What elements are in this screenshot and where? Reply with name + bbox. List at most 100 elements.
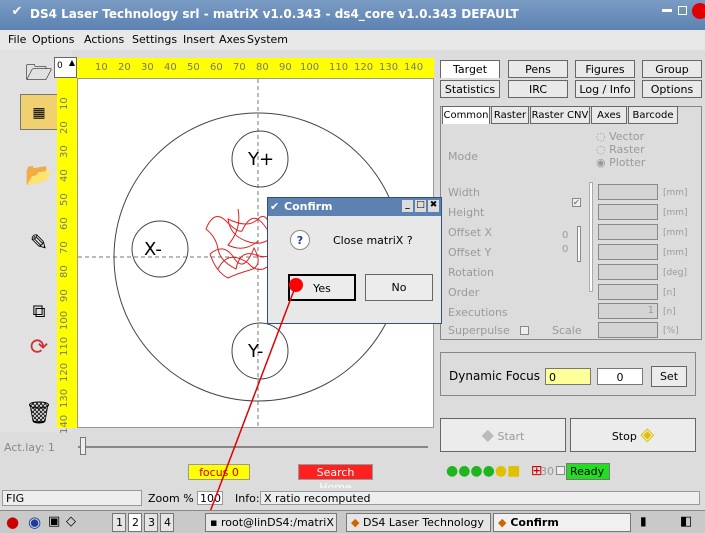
menu-insert[interactable]: Insert [183, 33, 215, 46]
menu-actions[interactable]: Actions [84, 33, 124, 46]
yes-button[interactable]: Yes [288, 274, 356, 301]
open-folder-icon[interactable]: 📂 [20, 158, 58, 194]
task-matrix-label: DS4 Laser Technology [362, 516, 484, 529]
offset-x-field[interactable] [598, 224, 658, 240]
stop-button[interactable]: Stop ◈ [570, 418, 696, 452]
subtab-raster[interactable]: Raster [491, 106, 529, 124]
load-project-icon[interactable]: ▦ [20, 94, 58, 130]
set-button[interactable]: Set [651, 366, 687, 387]
start-menu-icon[interactable]: ● [6, 513, 19, 531]
task-confirm[interactable]: ◆ Confirm [493, 513, 631, 532]
edit-tools-icon[interactable]: ✎ [20, 226, 58, 262]
menu-settings[interactable]: Settings [132, 33, 177, 46]
act-lay-slider[interactable] [78, 446, 428, 448]
subtab-raster-cnv[interactable]: Raster CNV [530, 106, 590, 124]
height-unit: [mm] [663, 208, 688, 218]
task-matrix[interactable]: ◆ DS4 Laser Technology [346, 513, 491, 532]
ruler-tick: 130 [379, 62, 399, 73]
ruler-tick: 30 [59, 145, 70, 158]
subtab-common[interactable]: Common [442, 106, 490, 124]
subtab-barcode[interactable]: Barcode [628, 106, 678, 124]
dialog-maximize-button[interactable]: □ [415, 200, 426, 212]
width-field[interactable] [598, 184, 658, 200]
executions-value: 1 [647, 305, 654, 316]
search-home-badge[interactable]: Search Home [298, 464, 373, 494]
executions-field[interactable]: 1 [598, 303, 658, 319]
lock-checkbox[interactable]: ✔ [572, 198, 581, 207]
mode-vector-label: Vector [609, 130, 645, 143]
maximize-button[interactable] [678, 6, 687, 15]
window-menu-icon[interactable]: ✔ [8, 4, 26, 22]
tab-pens[interactable]: Pens [508, 60, 568, 78]
trash-icon[interactable]: 🗑 [20, 396, 58, 432]
ruler-tick: 120 [59, 362, 70, 382]
mode-plotter[interactable]: ◉ Plotter [596, 156, 645, 169]
status-counter-value: 30 [540, 465, 554, 478]
tray-network-icon[interactable]: ◧ [680, 514, 692, 529]
refresh-icon[interactable]: ⟳ [20, 330, 58, 366]
zoom-label: Zoom % [148, 492, 194, 505]
tab-log-info[interactable]: Log / Info [575, 80, 635, 98]
menu-system[interactable]: System [247, 33, 288, 46]
display-icon[interactable]: ◇ [66, 514, 76, 529]
browser-icon[interactable]: ◉ [28, 513, 41, 531]
act-lay-slider-handle[interactable] [80, 437, 86, 455]
start-button[interactable]: ◆ Start [440, 418, 566, 452]
menu-axes[interactable]: Axes [219, 33, 245, 46]
ruler-tick: 60 [59, 217, 70, 230]
ruler-tick: 100 [300, 62, 320, 73]
param-offset-y-label: Offset Y [448, 246, 492, 259]
workspace-4[interactable]: 4 [160, 513, 174, 532]
order-field[interactable] [598, 284, 658, 300]
minimize-button[interactable] [662, 9, 672, 12]
tray-icon[interactable]: ▮ [640, 514, 647, 528]
dynamic-focus-input-1[interactable]: 0 [545, 368, 591, 385]
param-executions-label: Executions [448, 306, 508, 319]
title-bar: ✔ DS4 Laser Technology srl - matriX v1.0… [0, 0, 705, 30]
no-button[interactable]: No [365, 274, 433, 301]
workspace-3[interactable]: 3 [144, 513, 158, 532]
ruler-tick: 40 [59, 169, 70, 182]
mode-label: Mode [448, 150, 478, 163]
led-square-icon: ■ [507, 463, 521, 479]
menu-options[interactable]: Options [32, 33, 74, 46]
mode-raster[interactable]: ◌ Raster [596, 143, 645, 156]
ruler-tick: 20 [118, 62, 131, 73]
rotation-field[interactable] [598, 264, 658, 280]
dialog-close-button[interactable]: ✖ [428, 200, 439, 212]
task-confirm-label: Confirm [510, 516, 559, 529]
menu-bar: File Options Actions Settings Insert Axe… [0, 30, 705, 50]
close-button[interactable] [692, 3, 705, 19]
tab-target[interactable]: Target [440, 60, 500, 78]
open-file-icon[interactable]: 🗁 [20, 56, 58, 92]
dialog-minimize-button[interactable]: _ [402, 200, 413, 212]
terminal-icon[interactable]: ▣ [48, 514, 60, 529]
ready-badge: Ready [566, 463, 610, 480]
workspace-2[interactable]: 2 [128, 513, 142, 532]
status-counter: 30 [540, 465, 554, 478]
offset-y-field[interactable] [598, 244, 658, 260]
tab-irc[interactable]: IRC [508, 80, 568, 98]
counter-checkbox[interactable] [556, 466, 565, 475]
dialog-menu-icon[interactable]: ✔ [270, 200, 279, 213]
scale-field[interactable] [598, 322, 658, 338]
dynamic-focus-input-2[interactable]: 0 [597, 368, 643, 385]
tab-options[interactable]: Options [642, 80, 702, 98]
workspace-1[interactable]: 1 [112, 513, 126, 532]
task-matrix-icon: ◆ [351, 516, 360, 529]
height-field[interactable] [598, 204, 658, 220]
ruler-tick: 130 [59, 388, 70, 408]
subtab-axes[interactable]: Axes [591, 106, 627, 124]
param-rotation-label: Rotation [448, 266, 495, 279]
start-label: Start [497, 430, 525, 443]
layers-icon[interactable]: ⧉ [20, 294, 58, 330]
mode-vector[interactable]: ◌ Vector [596, 130, 644, 143]
zoom-combo[interactable]: 0 ▲ [54, 57, 77, 78]
dynamic-focus-group: Dynamic Focus 0 0 Set [440, 352, 696, 396]
menu-file[interactable]: File [8, 33, 26, 46]
superpulse-checkbox[interactable] [520, 326, 529, 335]
task-terminal[interactable]: ▪ root@linDS4:/matriX - S [205, 513, 337, 532]
tab-figures[interactable]: Figures [575, 60, 635, 78]
tab-statistics[interactable]: Statistics [440, 80, 500, 98]
tab-group[interactable]: Group [642, 60, 702, 78]
